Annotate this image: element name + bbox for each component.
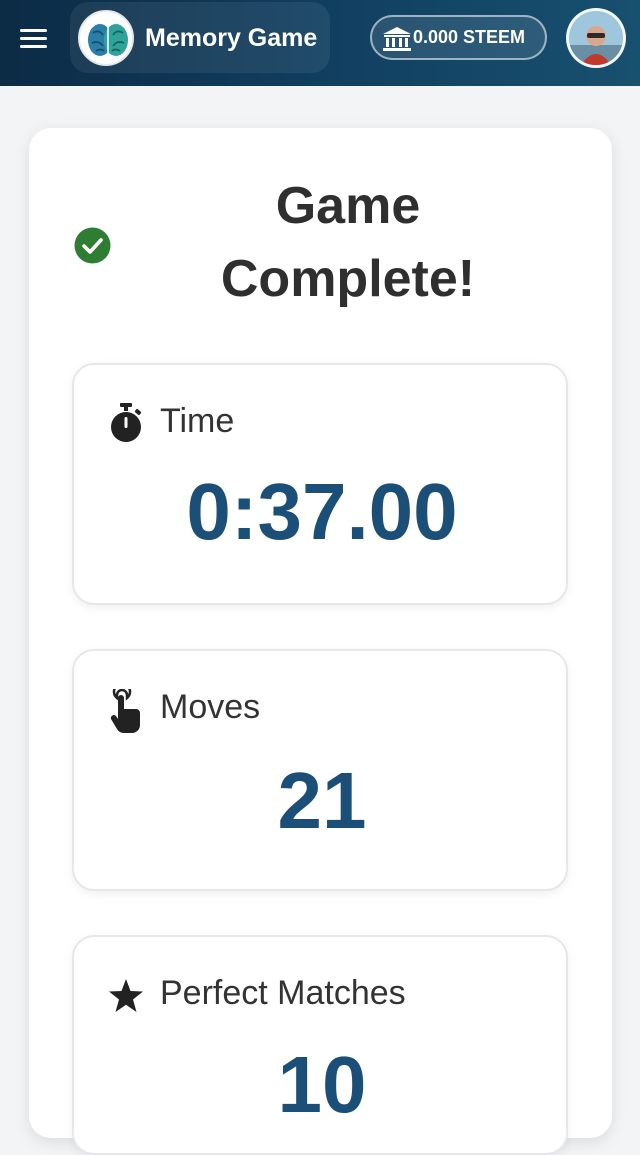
app-title: Memory Game <box>145 24 318 52</box>
app-header: Memory Game 0.000 STEEM <box>0 0 640 86</box>
perfect-matches-label: Perfect Matches <box>160 974 406 1012</box>
wallet-balance-text: 0.000 STEEM <box>413 27 526 47</box>
game-complete-title: Game Complete! <box>220 177 476 308</box>
menu-bar <box>20 45 47 48</box>
wallet-balance-button[interactable]: 0.000 STEEM <box>370 15 547 60</box>
menu-bar <box>20 29 47 32</box>
time-stat-card: Time 0:37.00 <box>72 363 568 605</box>
home-brand-link[interactable]: Memory Game <box>70 2 330 73</box>
star-icon <box>109 979 143 1012</box>
user-avatar[interactable] <box>566 8 626 68</box>
moves-stat-card: Moves 21 <box>72 649 568 891</box>
stopwatch-icon <box>111 403 142 442</box>
pointer-hand-icon <box>110 689 140 734</box>
hamburger-menu-icon[interactable] <box>20 26 48 50</box>
moves-value: 21 <box>277 756 367 845</box>
menu-bar <box>20 37 47 40</box>
perfect-matches-value: 10 <box>277 1040 367 1129</box>
bank-icon <box>383 27 411 51</box>
perfect-matches-stat-card: Perfect Matches 10 <box>72 935 568 1155</box>
check-circle-icon <box>74 227 111 264</box>
time-value: 0:37.00 <box>186 467 458 556</box>
time-label: Time <box>160 402 235 440</box>
brain-logo-icon <box>78 10 134 66</box>
moves-label: Moves <box>160 688 261 726</box>
